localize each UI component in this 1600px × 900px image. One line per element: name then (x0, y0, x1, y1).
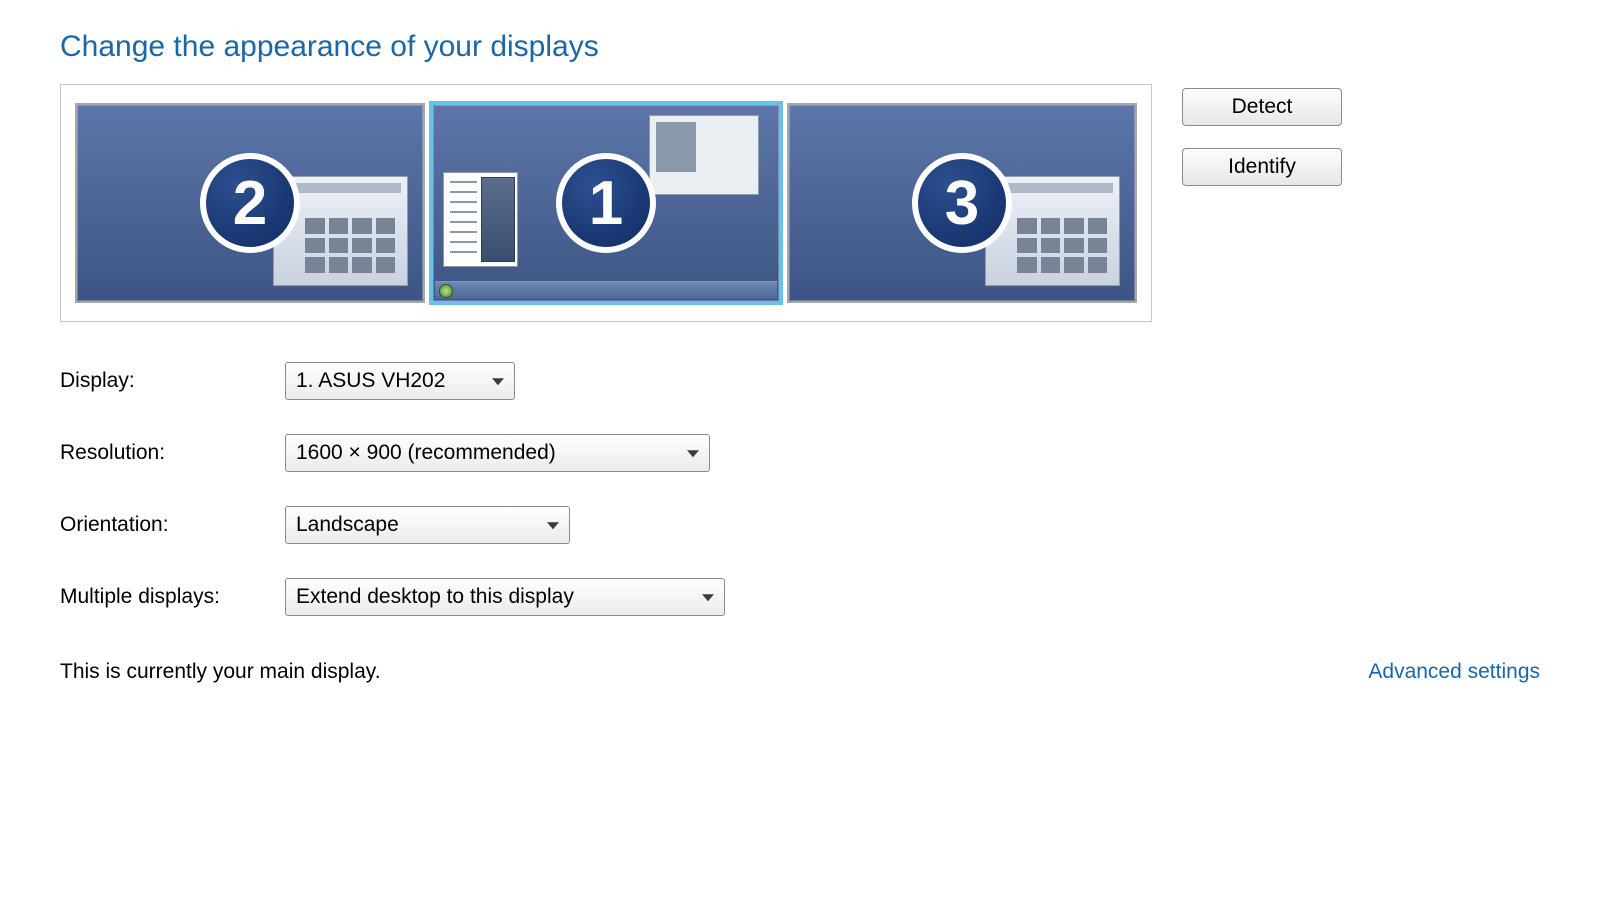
monitor-tile-3[interactable]: 3 (787, 103, 1137, 303)
resolution-dropdown[interactable]: 1600 × 900 (recommended) (285, 434, 710, 472)
orientation-dropdown[interactable]: Landscape (285, 506, 570, 544)
chevron-down-icon (702, 594, 714, 601)
arrangement-row: 2 1 3 Detect Identify (60, 84, 1540, 322)
identify-button[interactable]: Identify (1182, 148, 1342, 186)
bottom-row: This is currently your main display. Adv… (60, 660, 1540, 684)
monitor-number-badge: 3 (912, 153, 1012, 253)
multiple-displays-label: Multiple displays: (60, 585, 285, 609)
multiple-displays-dropdown[interactable]: Extend desktop to this display (285, 578, 725, 616)
orientation-dropdown-value: Landscape (296, 513, 399, 537)
display-dropdown[interactable]: 1. ASUS VH202 (285, 362, 515, 400)
chevron-down-icon (492, 378, 504, 385)
settings-form: Display: 1. ASUS VH202 Resolution: 1600 … (60, 362, 1540, 616)
display-dropdown-value: 1. ASUS VH202 (296, 369, 445, 393)
monitor-number-badge: 2 (200, 153, 300, 253)
side-button-group: Detect Identify (1182, 84, 1342, 186)
orientation-label: Orientation: (60, 513, 285, 537)
monitor-tile-2[interactable]: 2 (75, 103, 425, 303)
detect-button[interactable]: Detect (1182, 88, 1342, 126)
main-display-status: This is currently your main display. (60, 660, 381, 684)
resolution-label: Resolution: (60, 441, 285, 465)
multiple-displays-dropdown-value: Extend desktop to this display (296, 585, 574, 609)
advanced-settings-link[interactable]: Advanced settings (1368, 660, 1540, 684)
monitor-arrangement-area[interactable]: 2 1 3 (60, 84, 1152, 322)
chevron-down-icon (547, 522, 559, 529)
resolution-dropdown-value: 1600 × 900 (recommended) (296, 441, 556, 465)
display-label: Display: (60, 369, 285, 393)
monitor-number-badge: 1 (556, 153, 656, 253)
chevron-down-icon (687, 450, 699, 457)
page-title: Change the appearance of your displays (60, 30, 1540, 64)
monitor-tile-1[interactable]: 1 (431, 103, 781, 303)
